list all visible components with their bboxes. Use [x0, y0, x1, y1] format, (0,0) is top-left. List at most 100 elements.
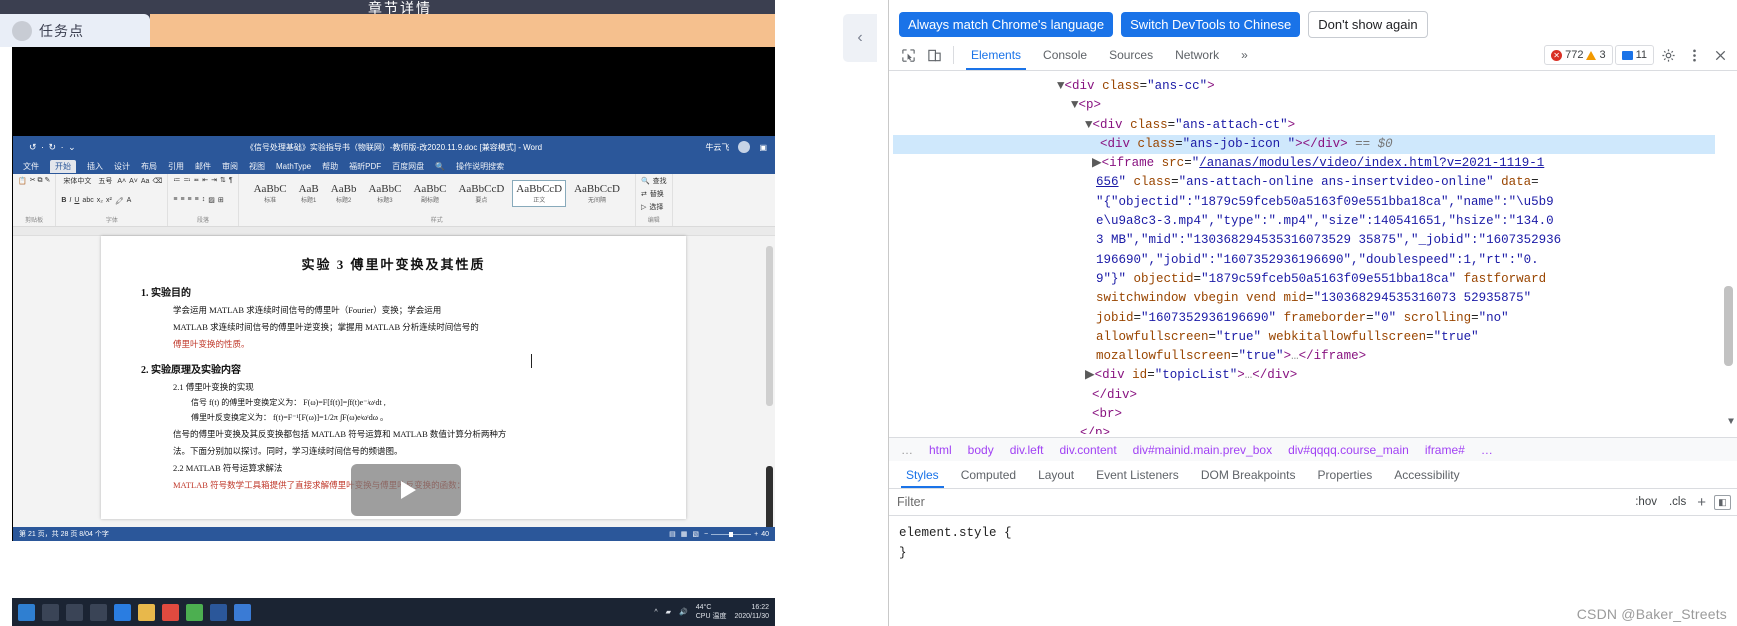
word-quick-access-toolbar[interactable]: ↺ · ↻ · ⌄: [29, 142, 77, 153]
breadcrumb-overflow-icon[interactable]: …: [889, 443, 921, 457]
plus-icon[interactable]: +: [1692, 494, 1711, 511]
search-icon[interactable]: [42, 603, 59, 621]
ribbon-tab-11[interactable]: 福昕PDF: [349, 161, 381, 172]
breadcrumb-item-body[interactable]: body: [960, 443, 1002, 457]
dom-line-selected[interactable]: <div class="ans-job-icon "></div> == $0: [893, 134, 1715, 155]
view-print-icon[interactable]: ▦: [681, 530, 688, 538]
edge-icon[interactable]: [114, 603, 131, 621]
style-item-2[interactable]: AaBb 标题2: [327, 180, 361, 207]
breadcrumb-item-iframe[interactable]: iframe#: [1417, 443, 1473, 457]
file-explorer-icon[interactable]: [138, 603, 155, 621]
breadcrumb-item-html[interactable]: html: [921, 443, 960, 457]
dom-line-2[interactable]: ▼<div class="ans-attach-ct">: [893, 116, 1715, 135]
tab-properties[interactable]: Properties: [1307, 461, 1384, 488]
replace-icon[interactable]: ⇄: [641, 190, 647, 198]
zoom-slider-track[interactable]: [711, 531, 752, 537]
always-match-language-button[interactable]: Always match Chrome's language: [899, 11, 1114, 37]
cpu-temperature-widget[interactable]: 44°C CPU 温度: [696, 603, 727, 621]
shading-icon[interactable]: ▨: [208, 196, 215, 204]
font-row-2[interactable]: B I U abc x₂ x² 🖍 A: [61, 197, 162, 205]
more-vertical-icon[interactable]: [1682, 43, 1706, 67]
view-read-icon[interactable]: ▤: [669, 530, 676, 538]
clear-format-icon[interactable]: ⌫: [152, 177, 162, 185]
word-ribbon-tabs[interactable]: 文件 开始 插入 设计 布局 引用 邮件 审阅 视图 MathType 帮助 福…: [13, 158, 775, 174]
dom-tree[interactable]: ▼<div class="ans-cc"> ▼<p> ▼<div class="…: [889, 71, 1737, 434]
ribbon-tab-6[interactable]: 邮件: [195, 161, 211, 172]
cls-toggle-button[interactable]: .cls: [1663, 496, 1692, 508]
style-item-4[interactable]: AaBbC 副标题: [409, 180, 450, 207]
taskbar-clock[interactable]: 16:22 2020/11/30: [734, 603, 769, 621]
ribbon-group-paragraph[interactable]: ≔ ≕ ≖ ⇤ ⇥ ⇅ ¶ ≡ ≡ ≡ ≡ ↕ ▨ ⊞ 段落: [168, 174, 239, 226]
dont-show-again-button[interactable]: Don't show again: [1308, 10, 1428, 38]
ribbon-group-styles[interactable]: AaBbC 标准 AaB 标题1 AaBb 标题2 AaBbC 标题3 AaBb…: [239, 174, 636, 226]
dom-line-9[interactable]: 9"}" objectid="1879c59fceb50a5163f09e551…: [893, 270, 1715, 289]
borders-icon[interactable]: ⊞: [218, 196, 224, 204]
font-size-select[interactable]: 五号: [96, 176, 114, 186]
sidebar-toggle-icon[interactable]: ◧: [1714, 494, 1731, 510]
ribbon-tab-5[interactable]: 引用: [168, 161, 184, 172]
clipboard-icons[interactable]: 📋 ✂ ⧉ ✎: [18, 176, 50, 185]
sidebar-collapse-button[interactable]: ‹: [843, 14, 877, 62]
text-highlight-icon[interactable]: 🖍: [115, 197, 124, 205]
change-case-icon[interactable]: Aa: [141, 178, 150, 185]
italic-button[interactable]: I: [69, 197, 71, 204]
bullet-list-icon[interactable]: ≔: [173, 176, 180, 184]
device-toolbar-icon[interactable]: [921, 40, 947, 70]
breadcrumb[interactable]: … html body div.left div.content div#mai…: [889, 437, 1737, 461]
dom-line-10[interactable]: switchwindow vbegin vend mid="1303682945…: [893, 289, 1715, 308]
search-icon[interactable]: 🔍: [435, 162, 445, 171]
superscript-icon[interactable]: x²: [106, 197, 112, 204]
sort-icon[interactable]: ⇅: [220, 176, 226, 184]
dom-line-5[interactable]: "{"objectid":"1879c59fceb50a5163f09e551b…: [893, 193, 1715, 212]
numbered-list-icon[interactable]: ≕: [183, 176, 190, 184]
align-center-icon[interactable]: ≡: [180, 196, 184, 203]
pdf-reader-icon[interactable]: [162, 603, 179, 621]
zoom-out-icon[interactable]: −: [704, 531, 708, 538]
font-color-icon[interactable]: A: [127, 197, 132, 204]
paragraph-row-2[interactable]: ≡ ≡ ≡ ≡ ↕ ▨ ⊞: [173, 196, 232, 204]
windows-taskbar[interactable]: ^ ▰ 🔊 44°C CPU 温度 16:22 2020/11/30: [12, 598, 775, 626]
word-vertical-scrollbar[interactable]: [766, 246, 773, 406]
grow-font-icon[interactable]: A˄: [117, 178, 126, 185]
hov-toggle-button[interactable]: :hov: [1629, 496, 1663, 508]
tab-styles[interactable]: Styles: [895, 461, 950, 488]
tab-elements[interactable]: Elements: [960, 40, 1032, 70]
align-left-icon[interactable]: ≡: [173, 196, 177, 203]
tab-accessibility[interactable]: Accessibility: [1383, 461, 1470, 488]
wechat-icon[interactable]: [186, 603, 203, 621]
ribbon-tab-9[interactable]: MathType: [276, 162, 311, 171]
task-point-tab[interactable]: 任务点: [0, 14, 150, 47]
switch-devtools-to-chinese-button[interactable]: Switch DevTools to Chinese: [1121, 11, 1301, 37]
word-taskbar-icon[interactable]: [210, 603, 227, 621]
dom-line-8[interactable]: 196690","jobid":"1607352936196690","doub…: [893, 251, 1715, 270]
dom-line-0[interactable]: ▼<div class="ans-cc">: [893, 77, 1715, 96]
ribbon-tab-10[interactable]: 帮助: [322, 161, 338, 172]
line-spacing-icon[interactable]: ↕: [202, 196, 206, 203]
subscript-icon[interactable]: x₂: [97, 197, 103, 204]
paragraph-row-1[interactable]: ≔ ≕ ≖ ⇤ ⇥ ⇅ ¶: [173, 176, 232, 185]
justify-icon[interactable]: ≡: [195, 196, 199, 203]
word-status-right[interactable]: ▤ ▦ ▧ − + 40: [669, 530, 769, 539]
search-input[interactable]: [895, 494, 1630, 510]
ribbon-tab-12[interactable]: 百度网盘: [392, 161, 424, 172]
style-item-7[interactable]: AaBbCcD 无间隔: [570, 180, 624, 207]
ribbon-tab-7[interactable]: 审阅: [222, 161, 238, 172]
style-item-5[interactable]: AaBbCcD 要点: [454, 180, 508, 207]
ribbon-tab-2[interactable]: 插入: [87, 161, 103, 172]
browser-taskbar-icon[interactable]: [234, 603, 251, 621]
zoom-in-icon[interactable]: +: [754, 531, 758, 538]
video-play-button[interactable]: [351, 464, 461, 516]
find-icon[interactable]: 🔍: [641, 177, 650, 185]
font-family-select[interactable]: 宋体中文: [61, 176, 93, 186]
tray-expand-icon[interactable]: ^: [654, 609, 657, 616]
tab-dom-breakpoints[interactable]: DOM Breakpoints: [1190, 461, 1307, 488]
style-item-6[interactable]: AaBbCcD 正文: [512, 180, 567, 207]
tab-layout[interactable]: Layout: [1027, 461, 1085, 488]
element-style-rule-open[interactable]: element.style {: [899, 523, 1727, 543]
tab-console[interactable]: Console: [1032, 40, 1098, 70]
ribbon-group-clipboard[interactable]: 📋 ✂ ⧉ ✎ 剪贴板: [13, 174, 57, 226]
cortana-icon[interactable]: [66, 603, 83, 621]
inspect-cursor-icon[interactable]: [895, 40, 921, 70]
dom-line-11[interactable]: jobid="1607352936196690" frameborder="0"…: [893, 309, 1715, 328]
zoom-level[interactable]: 40: [761, 531, 769, 538]
